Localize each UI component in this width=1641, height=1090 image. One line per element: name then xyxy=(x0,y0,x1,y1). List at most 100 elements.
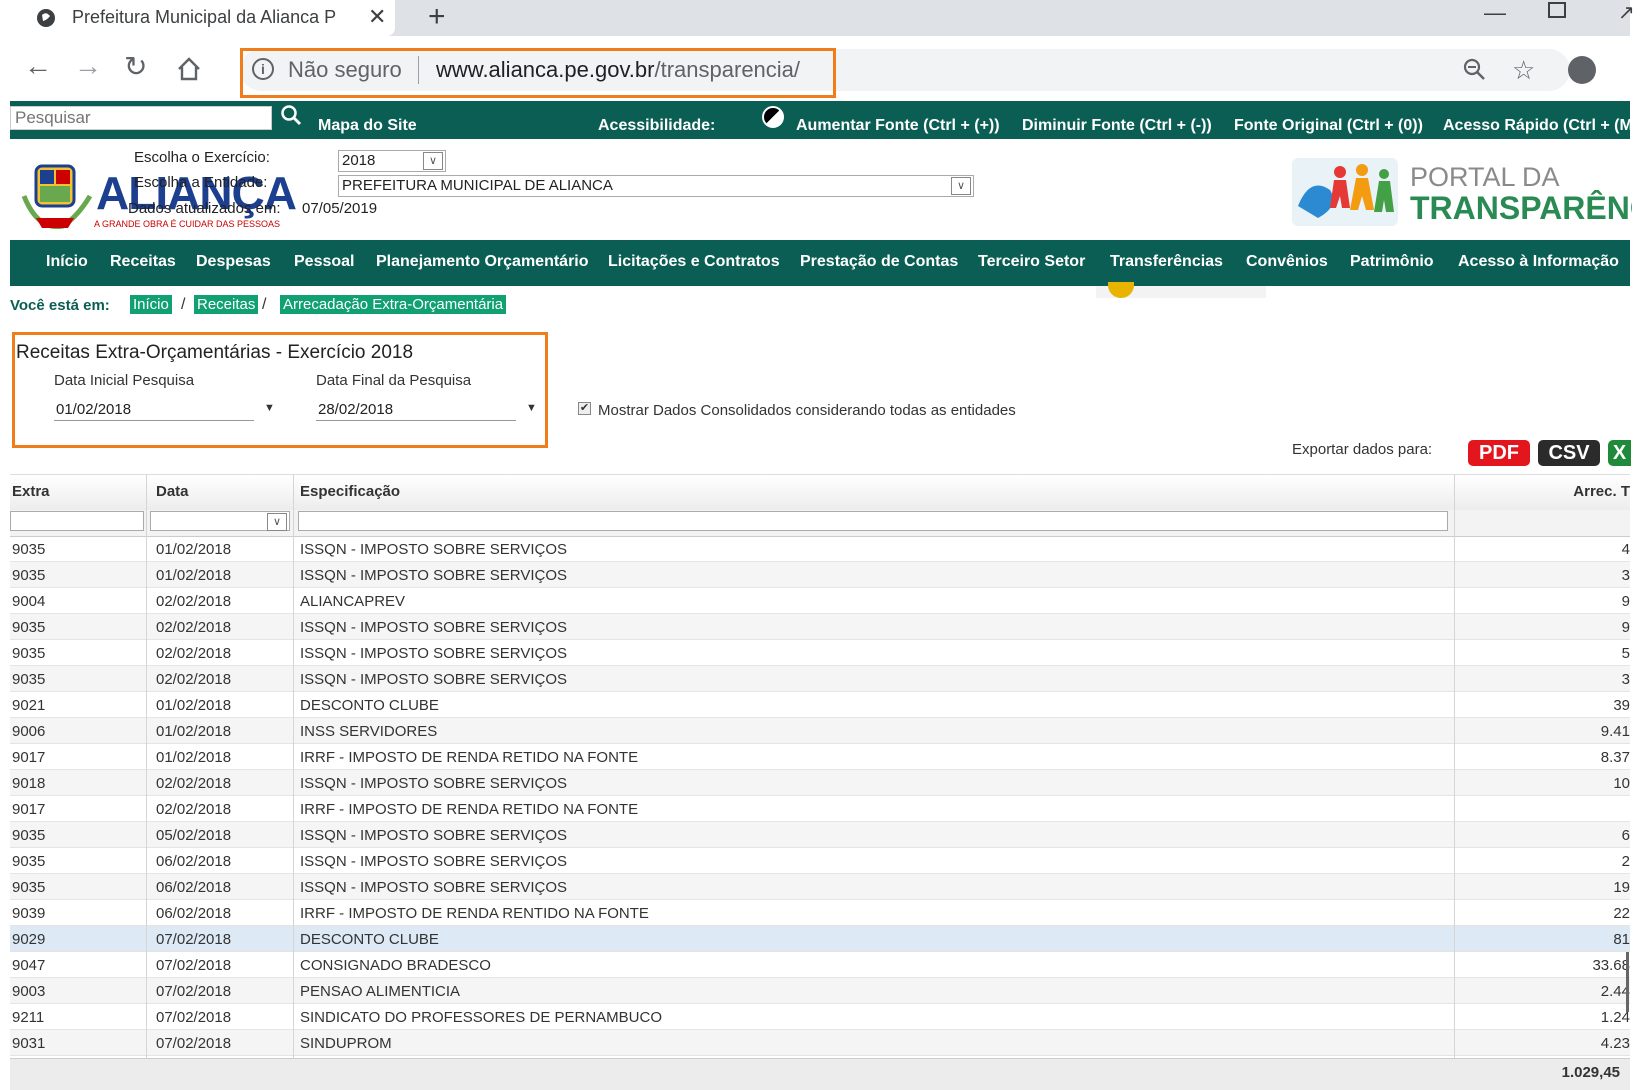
entity-select-value: PREFEITURA MUNICIPAL DE ALIANCA xyxy=(342,177,613,194)
column-data[interactable]: Data xyxy=(156,483,189,500)
export-pdf-button[interactable]: PDF xyxy=(1468,440,1530,466)
cell-especificacao: ALIANCAPREV xyxy=(300,593,406,610)
nav-acesso-informacao[interactable]: Acesso à Informação xyxy=(1458,253,1619,271)
nav-patrimonio[interactable]: Patrimônio xyxy=(1350,253,1434,271)
table-row[interactable]: 9031 07/02/2018 SINDUPROM 4.23 xyxy=(10,1030,1630,1056)
portal-transparencia-logo xyxy=(1292,158,1398,226)
column-arrecadacao[interactable]: Arrec. T xyxy=(1500,483,1630,500)
nav-pessoal[interactable]: Pessoal xyxy=(294,253,354,271)
contrast-icon[interactable] xyxy=(762,106,784,128)
table-row[interactable]: 9018 02/02/2018 ISSQN - IMPOSTO SOBRE SERV… xyxy=(10,770,1630,796)
table-row[interactable]: 9006 01/02/2018 INSS SERVIDORES 9.41 xyxy=(10,718,1630,744)
forward-arrow-icon[interactable]: → xyxy=(74,50,102,82)
table-row[interactable]: 9029 07/02/2018 DESCONTO CLUBE 81 xyxy=(10,926,1630,952)
column-extra[interactable]: Extra xyxy=(12,483,50,500)
cell-especificacao: ISSQN - IMPOSTO SOBRE SERVIÇOS xyxy=(300,645,568,662)
cell-data: 01/02/2018 xyxy=(156,749,232,766)
end-date-input[interactable] xyxy=(316,399,516,421)
table-row[interactable]: 9035 06/02/2018 ISSQN - IMPOSTO SOBRE SERV… xyxy=(10,874,1630,900)
window-minimize-icon[interactable]: — xyxy=(1484,0,1506,26)
cell-data: 02/02/2018 xyxy=(156,619,232,636)
table-row[interactable]: 9017 01/02/2018 IRRF - IMPOSTO DE RENDA RE… xyxy=(10,744,1630,770)
site-search-input[interactable] xyxy=(10,106,272,130)
star-icon[interactable]: ☆ xyxy=(1512,55,1535,86)
table-row[interactable]: 9035 02/02/2018 ISSQN - IMPOSTO SOBRE SERV… xyxy=(10,666,1630,692)
cell-especificacao: ISSQN - IMPOSTO SOBRE SERVIÇOS xyxy=(300,619,568,636)
decrease-font-link[interactable]: Diminuir Fonte (Ctrl + (-)) xyxy=(1022,117,1212,135)
table-row[interactable]: 9017 02/02/2018 IRRF - IMPOSTO DE RENDA RE… xyxy=(10,796,1630,822)
nav-licitacoes[interactable]: Licitações e Contratos xyxy=(608,253,780,271)
nav-transferencias[interactable]: Transferências xyxy=(1110,253,1223,271)
breadcrumb-label: Você está em: xyxy=(10,297,110,314)
table-row[interactable]: 9003 07/02/2018 PENSAO ALIMENTICIA 2.44 xyxy=(10,978,1630,1004)
export-xls-button[interactable]: X xyxy=(1608,440,1631,466)
account-icon[interactable] xyxy=(1568,56,1596,84)
table-row[interactable]: 9047 07/02/2018 CONSIGNADO BRADESCO 33.68 xyxy=(10,952,1630,978)
table-row[interactable]: 9211 07/02/2018 SINDICATO DO PROFESSORES D… xyxy=(10,1004,1630,1030)
filter-extra-input[interactable] xyxy=(10,511,144,531)
table-row[interactable]: 9035 06/02/2018 ISSQN - IMPOSTO SOBRE SERV… xyxy=(10,848,1630,874)
cell-data: 01/02/2018 xyxy=(156,723,232,740)
sitemap-link[interactable]: Mapa do Site xyxy=(318,117,417,135)
cell-arrecadacao: 2.44 xyxy=(1600,983,1630,1000)
column-especificacao[interactable]: Especificação xyxy=(300,483,400,500)
search-icon[interactable] xyxy=(280,104,302,126)
tab-close-icon[interactable]: ✕ xyxy=(368,4,386,30)
home-icon[interactable] xyxy=(176,56,202,82)
nav-terceiro-setor[interactable]: Terceiro Setor xyxy=(978,253,1085,271)
cell-data: 07/02/2018 xyxy=(156,957,232,974)
info-icon[interactable]: i xyxy=(252,58,274,80)
original-font-link[interactable]: Fonte Original (Ctrl + (0)) xyxy=(1234,117,1423,135)
scrollbar-thumb[interactable] xyxy=(1626,952,1629,1012)
nav-receitas[interactable]: Receitas xyxy=(110,253,176,271)
nav-despesas[interactable]: Despesas xyxy=(196,253,271,271)
export-csv-button[interactable]: CSV xyxy=(1538,440,1600,466)
nav-prestacao-contas[interactable]: Prestação de Contas xyxy=(800,253,958,271)
updated-value: 07/05/2019 xyxy=(302,200,378,217)
cell-data: 06/02/2018 xyxy=(156,905,232,922)
nav-planejamento[interactable]: Planejamento Orçamentário xyxy=(376,253,589,271)
column-divider xyxy=(146,474,147,1058)
table-row[interactable]: 9004 02/02/2018 ALIANCAPREV 9 xyxy=(10,588,1630,614)
table-row[interactable]: 9021 01/02/2018 DESCONTO CLUBE 39 xyxy=(10,692,1630,718)
cell-especificacao: CONSIGNADO BRADESCO xyxy=(300,957,491,974)
zoom-icon[interactable] xyxy=(1462,57,1486,81)
window-restore-icon[interactable] xyxy=(1548,2,1566,18)
breadcrumb-receitas[interactable]: Receitas xyxy=(194,295,259,314)
start-date-input[interactable] xyxy=(54,399,254,421)
increase-font-link[interactable]: Aumentar Fonte (Ctrl + (+)) xyxy=(796,117,1000,135)
entity-select[interactable]: PREFEITURA MUNICIPAL DE ALIANCA ∨ xyxy=(338,175,974,197)
cell-extra: 9035 xyxy=(12,879,46,896)
reload-icon[interactable]: ↻ xyxy=(124,50,147,83)
cell-arrecadacao: 19 xyxy=(1613,879,1630,896)
cell-especificacao: DESCONTO CLUBE xyxy=(300,931,439,948)
url-text[interactable]: www.alianca.pe.gov.br/transparencia/ xyxy=(436,57,800,83)
filter-data-select[interactable]: ∨ xyxy=(150,511,290,531)
cell-arrecadacao: 22 xyxy=(1613,905,1630,922)
grid-footer xyxy=(10,1058,1630,1090)
quick-access-link[interactable]: Acesso Rápido (Ctrl + (M xyxy=(1443,117,1631,135)
consolidated-checkbox[interactable]: ✔ xyxy=(578,402,591,415)
cell-extra: 9035 xyxy=(12,671,46,688)
breadcrumb-inicio[interactable]: Início xyxy=(130,295,172,314)
table-row[interactable]: 9035 01/02/2018 ISSQN - IMPOSTO SOBRE SERV… xyxy=(10,536,1630,562)
table-row[interactable]: 9035 02/02/2018 ISSQN - IMPOSTO SOBRE SERV… xyxy=(10,640,1630,666)
table-row[interactable]: 9035 05/02/2018 ISSQN - IMPOSTO SOBRE SERV… xyxy=(10,822,1630,848)
cell-arrecadacao: 3 xyxy=(1621,567,1630,584)
new-tab-button[interactable]: + xyxy=(428,0,446,34)
filter-especificacao-input[interactable] xyxy=(298,511,1448,531)
window-close-icon[interactable]: ↗ xyxy=(1618,0,1635,25)
exercise-label: Escolha o Exercício: xyxy=(134,149,270,166)
cell-arrecadacao: 39 xyxy=(1613,697,1630,714)
nav-convenios[interactable]: Convênios xyxy=(1246,253,1328,271)
cell-extra: 9017 xyxy=(12,801,46,818)
end-date-dropdown-icon[interactable]: ▼ xyxy=(526,402,537,414)
table-row[interactable]: 9035 01/02/2018 ISSQN - IMPOSTO SOBRE SERV… xyxy=(10,562,1630,588)
back-arrow-icon[interactable]: ← xyxy=(24,50,52,82)
table-row[interactable]: 9035 02/02/2018 ISSQN - IMPOSTO SOBRE SERV… xyxy=(10,614,1630,640)
exercise-select[interactable]: 2018 ∨ xyxy=(338,150,446,172)
nav-inicio[interactable]: Início xyxy=(46,253,88,271)
cell-extra: 9003 xyxy=(12,983,46,1000)
start-date-dropdown-icon[interactable]: ▼ xyxy=(264,402,275,414)
table-row[interactable]: 9039 06/02/2018 IRRF - IMPOSTO DE RENDA RE… xyxy=(10,900,1630,926)
